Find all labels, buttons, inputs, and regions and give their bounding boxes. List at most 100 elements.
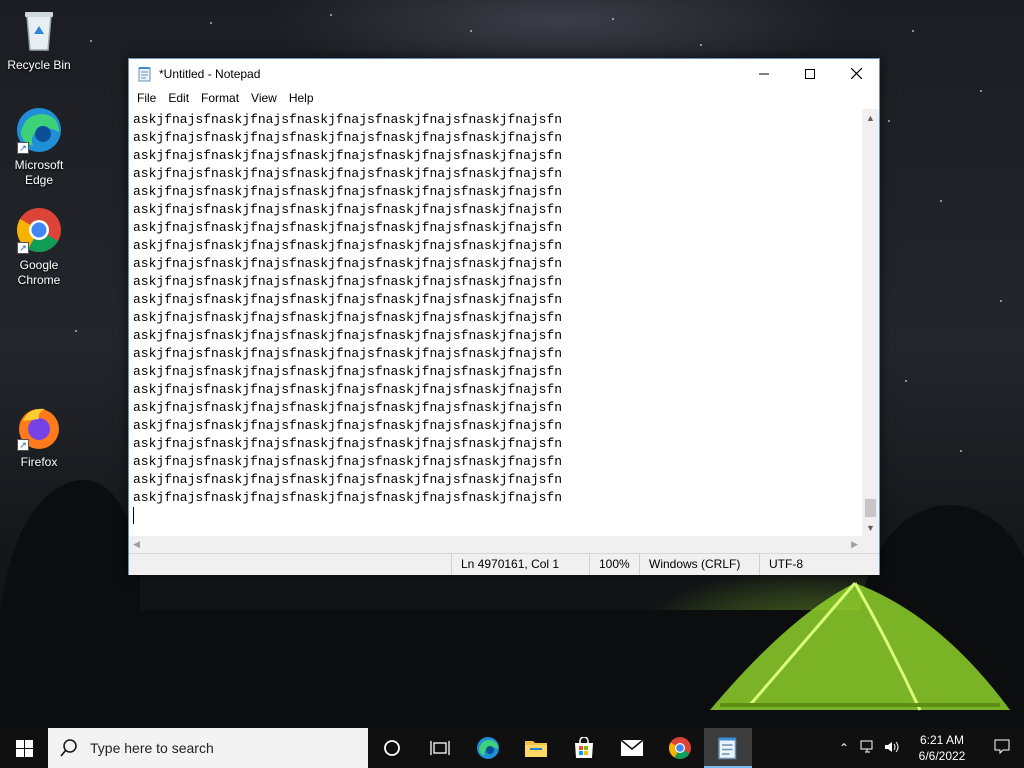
scroll-right-icon[interactable]: ▶: [851, 539, 858, 550]
text-cursor-line: [133, 507, 862, 525]
mail-icon: [620, 739, 644, 756]
tent-illustration: [710, 582, 1010, 711]
text-line: askjfnajsfnaskjfnajsfnaskjfnajsfnaskjfna…: [133, 220, 563, 235]
title-bar[interactable]: *Untitled - Notepad: [129, 59, 879, 88]
scroll-thumb[interactable]: [865, 499, 876, 517]
taskbar-clock[interactable]: 6:21 AM 6/6/2022: [904, 732, 980, 764]
desktop-icon-label: Microsoft Edge: [14, 158, 64, 187]
text-line: askjfnajsfnaskjfnajsfnaskjfnajsfnaskjfna…: [133, 274, 563, 289]
edge-icon: [477, 737, 499, 759]
status-bar: Ln 4970161, Col 1 100% Windows (CRLF) UT…: [129, 553, 879, 575]
scroll-down-icon[interactable]: ▼: [862, 519, 879, 536]
firefox-icon: ↗: [15, 403, 63, 451]
maximize-button[interactable]: [787, 59, 833, 88]
text-line: askjfnajsfnaskjfnajsfnaskjfnajsfnaskjfna…: [133, 130, 563, 145]
text-line: askjfnajsfnaskjfnajsfnaskjfnajsfnaskjfna…: [133, 454, 563, 469]
taskbar-mail[interactable]: [608, 728, 656, 768]
text-line: askjfnajsfnaskjfnajsfnaskjfnajsfnaskjfna…: [133, 202, 563, 217]
text-line: askjfnajsfnaskjfnajsfnaskjfnajsfnaskjfna…: [133, 184, 563, 199]
text-line: askjfnajsfnaskjfnajsfnaskjfnajsfnaskjfna…: [133, 310, 563, 325]
desktop-icon-chrome[interactable]: ↗ Google Chrome: [0, 206, 78, 288]
notepad-icon: [138, 66, 151, 81]
text-line: askjfnajsfnaskjfnajsfnaskjfnajsfnaskjfna…: [133, 166, 563, 181]
status-line-ending: Windows (CRLF): [639, 554, 759, 575]
menu-file[interactable]: File: [131, 91, 162, 105]
vertical-scrollbar[interactable]: ▲ ▼: [862, 109, 879, 536]
chrome-icon: ↗: [15, 206, 63, 254]
desktop-icon-label: Firefox: [20, 455, 58, 469]
desktop-icon-firefox[interactable]: ↗ Firefox: [0, 403, 78, 470]
start-button[interactable]: [0, 728, 48, 768]
network-icon[interactable]: [856, 740, 880, 757]
task-view-button[interactable]: [416, 728, 464, 768]
close-button[interactable]: [833, 59, 879, 88]
menu-view[interactable]: View: [245, 91, 283, 105]
taskbar-chrome[interactable]: [656, 728, 704, 768]
scroll-up-icon[interactable]: ▲: [862, 109, 879, 126]
text-line: askjfnajsfnaskjfnajsfnaskjfnajsfnaskjfna…: [133, 472, 563, 487]
clock-time: 6:21 AM: [919, 733, 965, 747]
text-line: askjfnajsfnaskjfnajsfnaskjfnajsfnaskjfna…: [133, 328, 563, 343]
recycle-bin-icon: [15, 6, 63, 54]
text-line: askjfnajsfnaskjfnajsfnaskjfnajsfnaskjfna…: [133, 400, 563, 415]
text-line: askjfnajsfnaskjfnajsfnaskjfnajsfnaskjfna…: [133, 364, 563, 379]
window-title: *Untitled - Notepad: [159, 66, 261, 81]
scroll-left-icon[interactable]: ◀: [133, 539, 140, 550]
text-line: askjfnajsfnaskjfnajsfnaskjfnajsfnaskjfna…: [133, 382, 563, 397]
notepad-window[interactable]: *Untitled - Notepad File Edit Format Vie…: [128, 58, 880, 575]
desktop-icon-recycle-bin[interactable]: Recycle Bin: [0, 6, 78, 73]
close-icon: [850, 68, 862, 79]
minimize-icon: [759, 73, 769, 74]
windows-logo-icon: [15, 739, 33, 757]
scrollbar-corner: [862, 536, 879, 553]
text-line: askjfnajsfnaskjfnajsfnaskjfnajsfnaskjfna…: [133, 436, 563, 451]
shortcut-arrow-icon: ↗: [17, 439, 29, 451]
menu-help[interactable]: Help: [283, 91, 320, 105]
text-line: askjfnajsfnaskjfnajsfnaskjfnajsfnaskjfna…: [133, 256, 563, 271]
desktop-icon-label: Google Chrome: [17, 258, 61, 287]
text-line: askjfnajsfnaskjfnajsfnaskjfnajsfnaskjfna…: [133, 292, 563, 307]
taskbar-notepad[interactable]: [704, 728, 752, 768]
shortcut-arrow-icon: ↗: [17, 142, 29, 154]
task-view-icon: [430, 741, 450, 755]
menu-format[interactable]: Format: [195, 91, 245, 105]
taskbar-file-explorer[interactable]: [512, 728, 560, 768]
taskbar-edge[interactable]: [464, 728, 512, 768]
maximize-icon: [805, 68, 815, 79]
system-tray: ⌃ 6:21 AM 6/6/2022: [832, 728, 1024, 768]
taskbar-store[interactable]: [560, 728, 608, 768]
notepad-icon: [718, 737, 737, 760]
taskbar-search-box[interactable]: Type here to search: [48, 728, 368, 768]
status-position: Ln 4970161, Col 1: [451, 554, 589, 575]
text-editor-area[interactable]: askjfnajsfnaskjfnajsfnaskjfnajsfnaskjfna…: [129, 109, 862, 536]
status-encoding: UTF-8: [759, 554, 880, 575]
horizontal-scrollbar[interactable]: ◀ ▶: [129, 536, 862, 553]
taskbar: Type here to search ⌃ 6:21 AM 6/6/2022: [0, 728, 1024, 768]
text-line: askjfnajsfnaskjfnajsfnaskjfnajsfnaskjfna…: [133, 346, 563, 361]
volume-icon[interactable]: [880, 740, 904, 757]
search-placeholder: Type here to search: [90, 740, 214, 756]
menu-bar: File Edit Format View Help: [129, 88, 879, 108]
cortana-button[interactable]: [368, 728, 416, 768]
chrome-icon: [669, 737, 691, 759]
shortcut-arrow-icon: ↗: [17, 242, 29, 254]
text-line: askjfnajsfnaskjfnajsfnaskjfnajsfnaskjfna…: [133, 112, 563, 127]
notifications-icon[interactable]: [980, 739, 1024, 758]
file-explorer-icon: [525, 741, 547, 757]
store-icon: [575, 737, 593, 758]
text-line: askjfnajsfnaskjfnajsfnaskjfnajsfnaskjfna…: [133, 490, 563, 505]
text-line: askjfnajsfnaskjfnajsfnaskjfnajsfnaskjfna…: [133, 238, 563, 253]
text-cursor: [133, 507, 134, 525]
minimize-button[interactable]: [741, 59, 787, 88]
menu-edit[interactable]: Edit: [162, 91, 195, 105]
desktop-icon-edge[interactable]: ↗ Microsoft Edge: [0, 106, 78, 188]
text-line: askjfnajsfnaskjfnajsfnaskjfnajsfnaskjfna…: [133, 418, 563, 433]
cortana-icon: [384, 740, 400, 756]
show-hidden-icons-chevron-icon[interactable]: ⌃: [832, 741, 856, 755]
text-line: askjfnajsfnaskjfnajsfnaskjfnajsfnaskjfna…: [133, 148, 563, 163]
clock-date: 6/6/2022: [918, 749, 966, 763]
edge-icon: ↗: [15, 106, 63, 154]
status-zoom: 100%: [589, 554, 639, 575]
desktop-icon-label: Recycle Bin: [7, 58, 71, 72]
search-icon: [60, 739, 77, 757]
